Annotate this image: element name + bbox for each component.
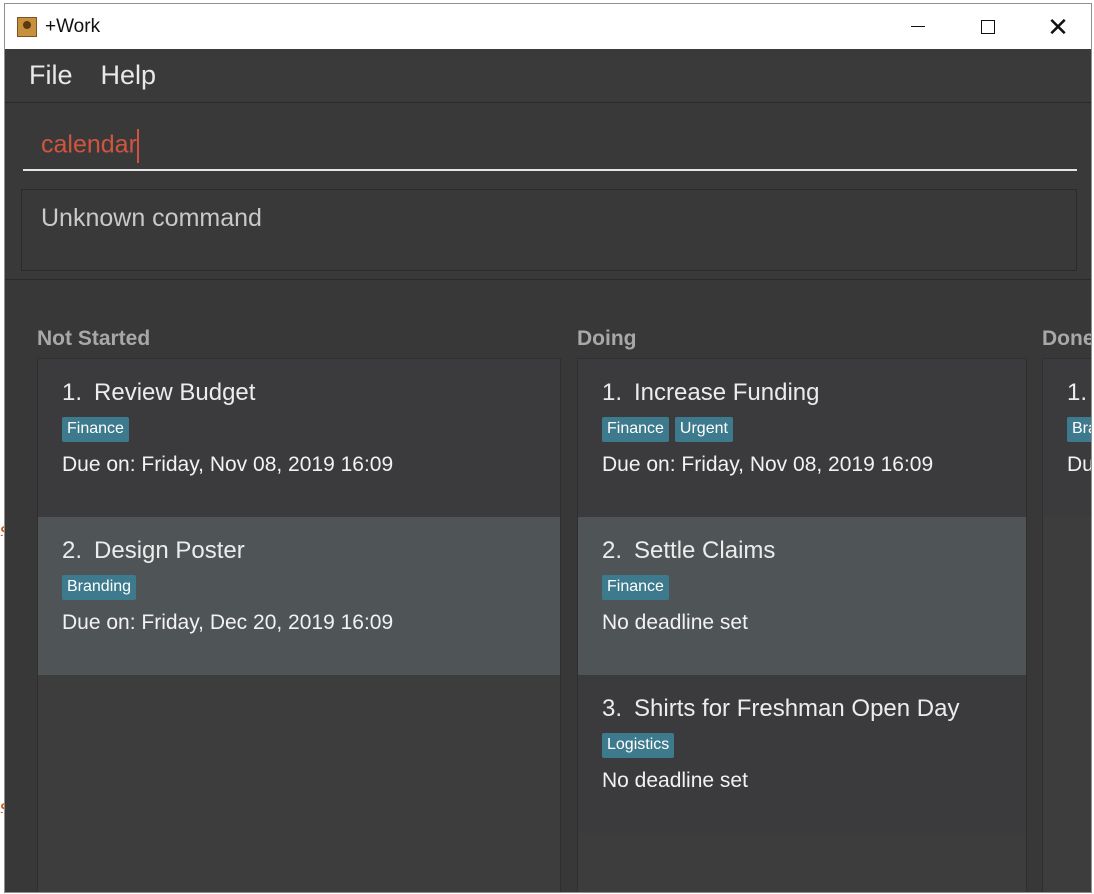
- close-button[interactable]: ✕: [1023, 4, 1091, 49]
- result-message: Unknown command: [41, 204, 262, 232]
- column-header: Done: [1042, 327, 1092, 350]
- tag-list: Logistics: [602, 733, 675, 758]
- tag-badge: Finance: [62, 417, 129, 442]
- tag-badge: Bra: [1067, 417, 1091, 442]
- column-header: Doing: [577, 327, 637, 350]
- tag-badge: Finance: [602, 417, 669, 442]
- column-list[interactable]: 1. Review Budget Finance Due on: Friday, …: [37, 358, 561, 892]
- task-card[interactable]: 1. Review Budget Finance Due on: Friday, …: [38, 359, 560, 517]
- text-caret: [136, 129, 139, 163]
- close-icon: ✕: [1047, 11, 1069, 42]
- task-title: 1.: [1067, 379, 1091, 407]
- tag-badge: Urgent: [674, 417, 733, 442]
- column-list[interactable]: 1. Bra Du: [1042, 358, 1092, 892]
- task-name: Increase Funding: [634, 379, 820, 406]
- task-index: 2.: [602, 537, 623, 564]
- task-index: 3.: [602, 695, 623, 722]
- task-name: Shirts for Freshman Open Day: [634, 695, 960, 722]
- task-deadline: No deadline set: [602, 611, 748, 634]
- menu-file[interactable]: File: [29, 60, 73, 91]
- command-input[interactable]: calendar: [23, 115, 1077, 171]
- tag-badge: Logistics: [602, 733, 675, 758]
- minimize-icon: [911, 26, 925, 27]
- tag-badge: Branding: [62, 575, 137, 600]
- menu-help[interactable]: Help: [101, 60, 157, 91]
- maximize-icon: [981, 19, 995, 34]
- menu-bar: File Help: [5, 49, 1091, 101]
- tag-list: Finance: [62, 417, 129, 442]
- command-panel: calendar: [5, 102, 1091, 182]
- command-text-wrap: calendar: [41, 129, 139, 163]
- task-index: 1.: [602, 379, 623, 406]
- task-title: 2. Settle Claims: [602, 537, 775, 565]
- tag-list: Finance Urgent: [602, 417, 733, 442]
- column-list[interactable]: 1. Increase Funding Finance Urgent Due on…: [577, 358, 1027, 892]
- maximize-button[interactable]: [953, 4, 1023, 49]
- task-card[interactable]: 3. Shirts for Freshman Open Day Logistics…: [578, 675, 1026, 833]
- result-display: Unknown command: [21, 189, 1077, 271]
- task-deadline: Due on: Friday, Nov 08, 2019 16:09: [62, 453, 394, 476]
- task-deadline: Due on: Friday, Dec 20, 2019 16:09: [62, 611, 394, 634]
- task-title: 1. Review Budget: [62, 379, 255, 407]
- task-name: Review Budget: [94, 379, 256, 406]
- app-icon: [17, 16, 37, 37]
- tag-list: Bra: [1067, 417, 1091, 442]
- tag-list: Branding: [62, 575, 137, 600]
- result-panel: Unknown command: [5, 181, 1091, 280]
- task-index: 1.: [62, 379, 83, 406]
- title-bar: +Work ✕: [5, 4, 1091, 49]
- tag-badge: Finance: [602, 575, 669, 600]
- tag-list: Finance: [602, 575, 669, 600]
- minimize-button[interactable]: [883, 4, 953, 49]
- task-index: 1.: [1067, 379, 1088, 406]
- window-title: +Work: [45, 15, 101, 37]
- app-window: +Work ✕ File Help calendar Unknown comma…: [4, 3, 1092, 893]
- task-board: Not Started 1. Review Budget Finance Due …: [5, 280, 1092, 892]
- task-card[interactable]: 2. Settle Claims Finance No deadline set: [578, 517, 1026, 675]
- task-title: 3. Shirts for Freshman Open Day: [602, 695, 959, 723]
- task-deadline: Du: [1067, 453, 1092, 476]
- task-deadline: No deadline set: [602, 769, 748, 792]
- task-name: Settle Claims: [634, 537, 776, 564]
- task-card[interactable]: 2. Design Poster Branding Due on: Friday,…: [38, 517, 560, 675]
- task-index: 2.: [62, 537, 83, 564]
- task-name: Design Poster: [94, 537, 245, 564]
- task-title: 1. Increase Funding: [602, 379, 819, 407]
- column-header: Not Started: [37, 327, 151, 350]
- task-title: 2. Design Poster: [62, 537, 245, 565]
- task-card[interactable]: 1. Bra Du: [1043, 359, 1092, 517]
- task-card[interactable]: 1. Increase Funding Finance Urgent Due on…: [578, 359, 1026, 517]
- command-text: calendar: [41, 130, 137, 159]
- task-deadline: Due on: Friday, Nov 08, 2019 16:09: [602, 453, 934, 476]
